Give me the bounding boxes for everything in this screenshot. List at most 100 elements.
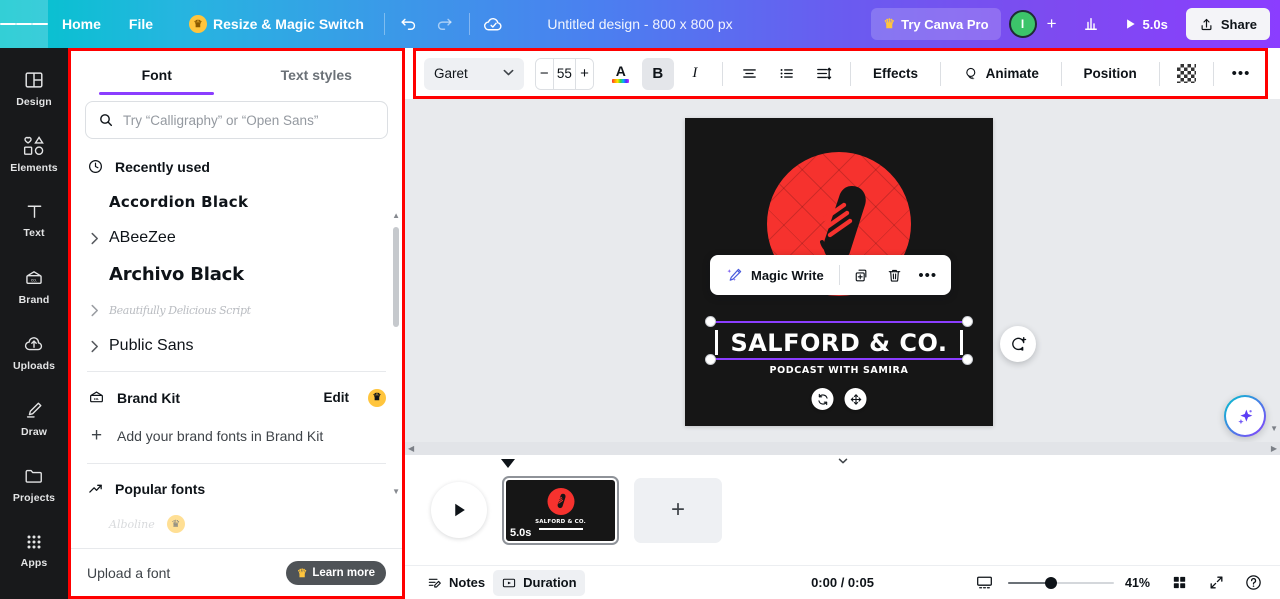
more-options-button[interactable]: •••	[1225, 58, 1257, 90]
resize-handle-top-right[interactable]	[962, 316, 973, 327]
add-page-button[interactable]: +	[634, 477, 722, 543]
font-list-item[interactable]: › Alboline ♛	[71, 506, 402, 542]
fullscreen-icon[interactable]	[1203, 570, 1229, 596]
font-search-box[interactable]	[85, 101, 388, 139]
bold-button[interactable]: B	[641, 57, 674, 90]
font-list-item[interactable]: Public Sans	[71, 328, 402, 364]
font-list-item[interactable]: › Accordion Black	[71, 184, 402, 220]
font-list-item[interactable]: Beautifully Delicious Script	[71, 292, 402, 328]
horizontal-scrollbar[interactable]: ◀ ▶	[405, 442, 1280, 455]
magic-write-button[interactable]: Magic Write	[718, 260, 832, 290]
undo-icon[interactable]	[393, 8, 425, 40]
more-options-button[interactable]: •••	[913, 260, 943, 290]
add-comment-icon[interactable]	[1000, 326, 1036, 362]
animate-button[interactable]: Animate	[952, 58, 1050, 90]
learn-more-button[interactable]: ♛ Learn more	[286, 560, 386, 585]
move-icon[interactable]	[844, 388, 867, 410]
upload-font-button[interactable]: Upload a font	[87, 565, 170, 581]
design-subtitle-text[interactable]: PODCAST WITH SAMIRA	[685, 365, 993, 376]
font-name: ABeeZee	[109, 229, 176, 246]
scroll-down-arrow[interactable]: ▼	[1270, 424, 1278, 433]
collapse-timeline-button[interactable]	[800, 455, 885, 472]
font-list-item[interactable]: ABeeZee	[71, 220, 402, 256]
file-menu-button[interactable]: File	[117, 8, 165, 40]
panel-scrollbar[interactable]	[393, 227, 399, 327]
checkerboard	[1176, 64, 1196, 83]
tab-font[interactable]: Font	[77, 51, 237, 95]
effects-button[interactable]: Effects	[862, 58, 929, 90]
share-button[interactable]: Share	[1185, 8, 1270, 40]
sidebar-item-projects[interactable]: Projects	[4, 452, 64, 516]
increase-font-size-button[interactable]: +	[576, 58, 593, 89]
align-center-icon[interactable]	[733, 58, 765, 90]
font-list-item[interactable]: › Archivo Black	[71, 256, 402, 292]
chevron-right-icon[interactable]	[87, 340, 101, 353]
scroll-left-arrow[interactable]: ◀	[408, 444, 414, 453]
chevron-right-icon[interactable]	[87, 232, 101, 245]
fit-screen-icon[interactable]	[971, 570, 997, 596]
bullet-list-icon[interactable]	[770, 58, 802, 90]
italic-button[interactable]: I	[679, 58, 711, 90]
resize-handle-top-left[interactable]	[705, 316, 716, 327]
transparency-icon[interactable]	[1170, 58, 1202, 90]
tab-text-styles[interactable]: Text styles	[237, 51, 397, 95]
playhead-marker[interactable]	[501, 459, 515, 468]
resize-magic-switch-button[interactable]: ♛ Resize & Magic Switch	[169, 8, 376, 40]
grid-view-icon[interactable]	[1166, 570, 1192, 596]
insights-icon[interactable]	[1075, 8, 1107, 40]
learn-more-label: Learn more	[312, 566, 375, 579]
brand-kit-row[interactable]: co. Brand Kit Edit ♛	[71, 379, 402, 416]
sidebar-item-design[interactable]: Design	[4, 56, 64, 120]
scroll-right-arrow[interactable]: ▶	[1271, 444, 1277, 453]
preview-duration-button[interactable]: 5.0s	[1113, 8, 1178, 40]
sidebar-item-elements[interactable]: Elements	[4, 122, 64, 186]
cloud-saved-icon[interactable]	[478, 8, 510, 40]
redo-icon[interactable]	[429, 8, 461, 40]
search-input[interactable]	[123, 112, 375, 128]
add-brand-fonts-row[interactable]: + Add your brand fonts in Brand Kit	[71, 416, 402, 456]
home-button[interactable]: Home	[50, 8, 113, 40]
font-family-value: Garet	[434, 66, 468, 81]
popular-fonts-header: Popular fonts	[71, 471, 402, 506]
sidebar-item-text[interactable]: Text	[4, 188, 64, 252]
rotate-icon[interactable]	[811, 388, 834, 410]
sidebar-item-apps[interactable]: Apps	[4, 518, 64, 582]
add-collaborator-button[interactable]: +	[1039, 11, 1065, 37]
duration-button[interactable]: Duration	[493, 569, 585, 596]
avatar[interactable]: I	[1008, 10, 1037, 38]
text-color-icon[interactable]: A	[605, 58, 637, 90]
canvas-area[interactable]: SALFORD & CO. PODCAST WITH SAMIRA Magic …	[405, 99, 1280, 455]
sidebar-item-draw[interactable]: Draw	[4, 386, 64, 450]
play-button[interactable]	[431, 482, 487, 538]
position-button[interactable]: Position	[1073, 58, 1148, 90]
zoom-slider[interactable]	[1008, 576, 1114, 590]
decrease-font-size-button[interactable]: −	[535, 58, 553, 89]
position-label: Position	[1083, 66, 1137, 81]
magic-studio-sparkle-icon[interactable]	[1224, 395, 1266, 437]
brand-kit-edit-link[interactable]: Edit	[324, 390, 350, 405]
sidebar-item-brand[interactable]: co. Brand	[4, 254, 64, 318]
slider-knob[interactable]	[1045, 576, 1058, 589]
hamburger-icon[interactable]	[0, 0, 48, 48]
page-thumbnail[interactable]: SALFORD & CO. 5.0s	[502, 475, 619, 545]
chevron-right-icon[interactable]	[87, 304, 101, 317]
font-list-scroll[interactable]: Recently used › Accordion Black ABeeZee …	[71, 149, 402, 548]
zoom-percentage[interactable]: 41%	[1125, 576, 1155, 590]
sidebar-item-label: Brand	[18, 293, 50, 306]
try-canva-pro-button[interactable]: ♛ Try Canva Pro	[871, 8, 1001, 40]
duplicate-icon[interactable]	[847, 260, 877, 290]
collaborators: I +	[1005, 10, 1069, 38]
divider	[838, 265, 840, 285]
sidebar-item-uploads[interactable]: Uploads	[4, 320, 64, 384]
design-title-text[interactable]: SALFORD & CO.	[685, 329, 993, 357]
font-family-select[interactable]: Garet	[424, 57, 524, 90]
line-spacing-icon[interactable]	[807, 58, 839, 90]
scroll-down-arrow[interactable]: ▼	[392, 487, 400, 496]
help-icon[interactable]	[1240, 570, 1266, 596]
tab-font-label: Font	[141, 67, 172, 83]
font-size-input[interactable]: 55	[552, 58, 577, 89]
trash-icon[interactable]	[880, 260, 910, 290]
notes-button[interactable]: Notes	[419, 570, 493, 596]
design-page[interactable]: SALFORD & CO. PODCAST WITH SAMIRA Magic …	[685, 118, 993, 426]
scroll-up-arrow[interactable]: ▲	[392, 211, 400, 220]
